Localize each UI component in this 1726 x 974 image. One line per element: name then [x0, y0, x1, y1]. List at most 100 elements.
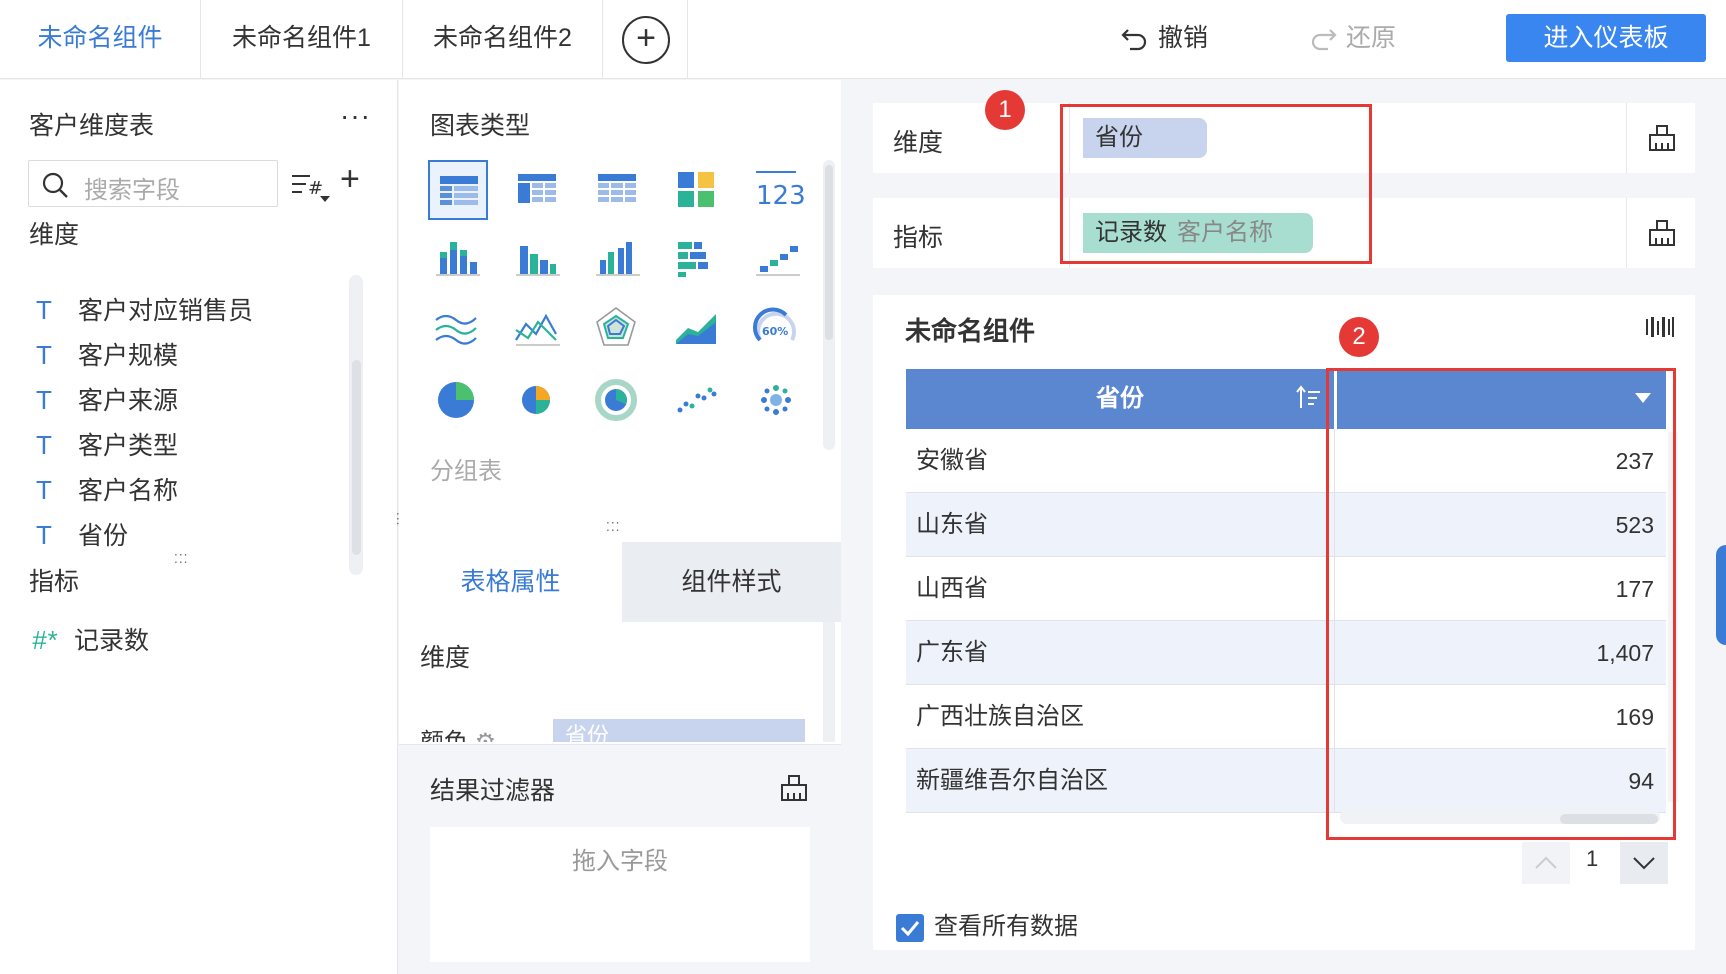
cross-table-icon[interactable]: [508, 160, 568, 220]
page-up-button[interactable]: [1522, 842, 1570, 884]
field-customer-size[interactable]: T 客户规模: [36, 335, 178, 375]
annotation-badge-1: 1: [985, 90, 1025, 130]
number-type-icon: #*: [32, 625, 57, 655]
kpi-grid-icon[interactable]: [668, 160, 728, 220]
search-input[interactable]: 搜索字段: [28, 160, 278, 207]
view-all-data-label: 查看所有数据: [934, 913, 1078, 940]
tab-unnamed-widget[interactable]: 未命名组件: [0, 0, 201, 79]
bar-group-icon[interactable]: [668, 230, 728, 290]
text-type-icon: T: [36, 520, 52, 550]
province-cell: 新疆维吾尔自治区: [916, 767, 1108, 794]
field-label: 客户对应销售员: [78, 297, 254, 325]
gauge-text: 60%: [762, 325, 788, 338]
add-tab-button[interactable]: +: [622, 16, 670, 64]
measure-section-label: 指标: [29, 568, 80, 596]
text-type-icon: T: [36, 340, 52, 370]
props-scrollbar[interactable]: [823, 622, 835, 742]
dataset-title: 客户维度表: [29, 112, 155, 140]
chevron-up-icon: [1535, 856, 1557, 869]
field-customer-source[interactable]: T 客户来源: [36, 380, 178, 420]
dimension-section-label: 维度: [29, 221, 80, 249]
undo-icon: [1121, 29, 1147, 51]
field-sort-icon[interactable]: #: [290, 170, 332, 204]
bar-icon[interactable]: [508, 230, 568, 290]
field-label: 客户类型: [78, 432, 179, 460]
tab-unnamed-widget-2[interactable]: 未命名组件2: [403, 0, 603, 79]
shelf-divider: [1626, 103, 1627, 173]
field-label: 客户规模: [78, 342, 179, 370]
gauge-icon[interactable]: 60%: [748, 300, 808, 360]
detail-table-icon[interactable]: [588, 160, 648, 220]
page-down-button[interactable]: [1620, 842, 1668, 884]
field-record-count[interactable]: #* 记录数: [32, 620, 149, 660]
resize-handle[interactable]: ⁚⁚⁚: [174, 552, 188, 566]
chart-panel-resize-handle[interactable]: ⁚⁚⁚: [606, 520, 620, 534]
province-cell: 广西壮族自治区: [916, 703, 1084, 730]
gear-icon[interactable]: ⚙: [475, 729, 497, 742]
sort-icon[interactable]: [1296, 384, 1322, 412]
search-icon: [42, 172, 68, 198]
tab-component-style[interactable]: 组件样式: [622, 542, 841, 622]
more-options-button[interactable]: ···: [340, 100, 371, 132]
color-label: 颜色: [420, 729, 468, 742]
field-customer-salesperson[interactable]: T 客户对应销售员: [36, 290, 253, 330]
province-cell: 安徽省: [916, 447, 988, 474]
shelf-divider: [1626, 198, 1627, 268]
area-icon[interactable]: [668, 300, 728, 360]
chart-type-title: 图表类型: [430, 112, 531, 140]
color-setting[interactable]: 颜色 ⚙: [420, 722, 496, 742]
undo-button[interactable]: 撤销: [1120, 20, 1208, 56]
field-province[interactable]: T 省份: [36, 515, 128, 555]
province-cell: 广东省: [916, 639, 988, 666]
redo-icon: [1311, 29, 1337, 51]
radar-icon[interactable]: [588, 300, 648, 360]
rose-icon[interactable]: [588, 370, 648, 430]
tab-unnamed-widget-1[interactable]: 未命名组件1: [201, 0, 403, 79]
field-panel: 客户维度表 ··· 搜索字段 # + 维度 T 客户对应销售员 T 客户规模 T 客户…: [0, 80, 398, 974]
checkbox-checked-icon[interactable]: [896, 913, 924, 942]
grouped-bar-icon[interactable]: [588, 230, 648, 290]
stacked-bar-icon[interactable]: [428, 230, 488, 290]
bubble-icon[interactable]: [748, 370, 808, 430]
collapse-panel-handle[interactable]: [1716, 545, 1726, 645]
chevron-down-icon: [1633, 857, 1655, 870]
province-cell: 山东省: [916, 511, 988, 538]
enter-dashboard-button[interactable]: 进入仪表板: [1506, 14, 1706, 62]
table-icon[interactable]: [428, 160, 488, 220]
multi-line-icon[interactable]: [428, 300, 488, 360]
add-field-button[interactable]: +: [340, 160, 360, 199]
scatter-icon[interactable]: [668, 370, 728, 430]
text-type-icon: T: [36, 430, 52, 460]
pie-icon[interactable]: [428, 370, 488, 430]
page-number: 1: [1586, 846, 1599, 871]
clear-icon[interactable]: [779, 773, 809, 803]
range-bar-icon[interactable]: [748, 230, 808, 290]
annotation-box-1: [1060, 104, 1372, 264]
line-icon[interactable]: [508, 300, 568, 360]
field-list-scrollbar-thumb[interactable]: [352, 360, 361, 555]
clear-icon[interactable]: [1647, 123, 1677, 153]
annotation-badge-2: 2: [1339, 317, 1379, 357]
color-field-pill[interactable]: 省份: [553, 719, 805, 742]
clear-icon[interactable]: [1647, 218, 1677, 248]
search-placeholder: 搜索字段: [84, 177, 180, 204]
barcode-icon[interactable]: [1645, 315, 1675, 339]
number-icon[interactable]: 123: [748, 160, 808, 220]
text-type-icon: T: [36, 385, 52, 415]
table-properties-panel: 维度 颜色 ⚙ 省份: [399, 622, 841, 742]
view-all-data-checkbox[interactable]: 查看所有数据: [896, 906, 1078, 942]
field-label: 省份: [78, 522, 129, 550]
field-label: 记录数: [74, 627, 150, 655]
text-type-icon: T: [36, 295, 52, 325]
multi-pie-icon[interactable]: [508, 370, 568, 430]
redo-button[interactable]: 还原: [1308, 20, 1396, 56]
column-header-province[interactable]: 省份: [906, 369, 1334, 429]
field-label: 客户名称: [78, 477, 179, 505]
tab-table-properties[interactable]: 表格属性: [399, 542, 622, 622]
svg-text:#: #: [308, 178, 323, 199]
props-dimension-label: 维度: [420, 644, 471, 672]
field-customer-name[interactable]: T 客户名称: [36, 470, 178, 510]
filter-drop-zone[interactable]: 拖入字段: [430, 827, 810, 962]
chart-type-scrollbar-thumb[interactable]: [825, 165, 833, 340]
field-customer-type[interactable]: T 客户类型: [36, 425, 178, 465]
